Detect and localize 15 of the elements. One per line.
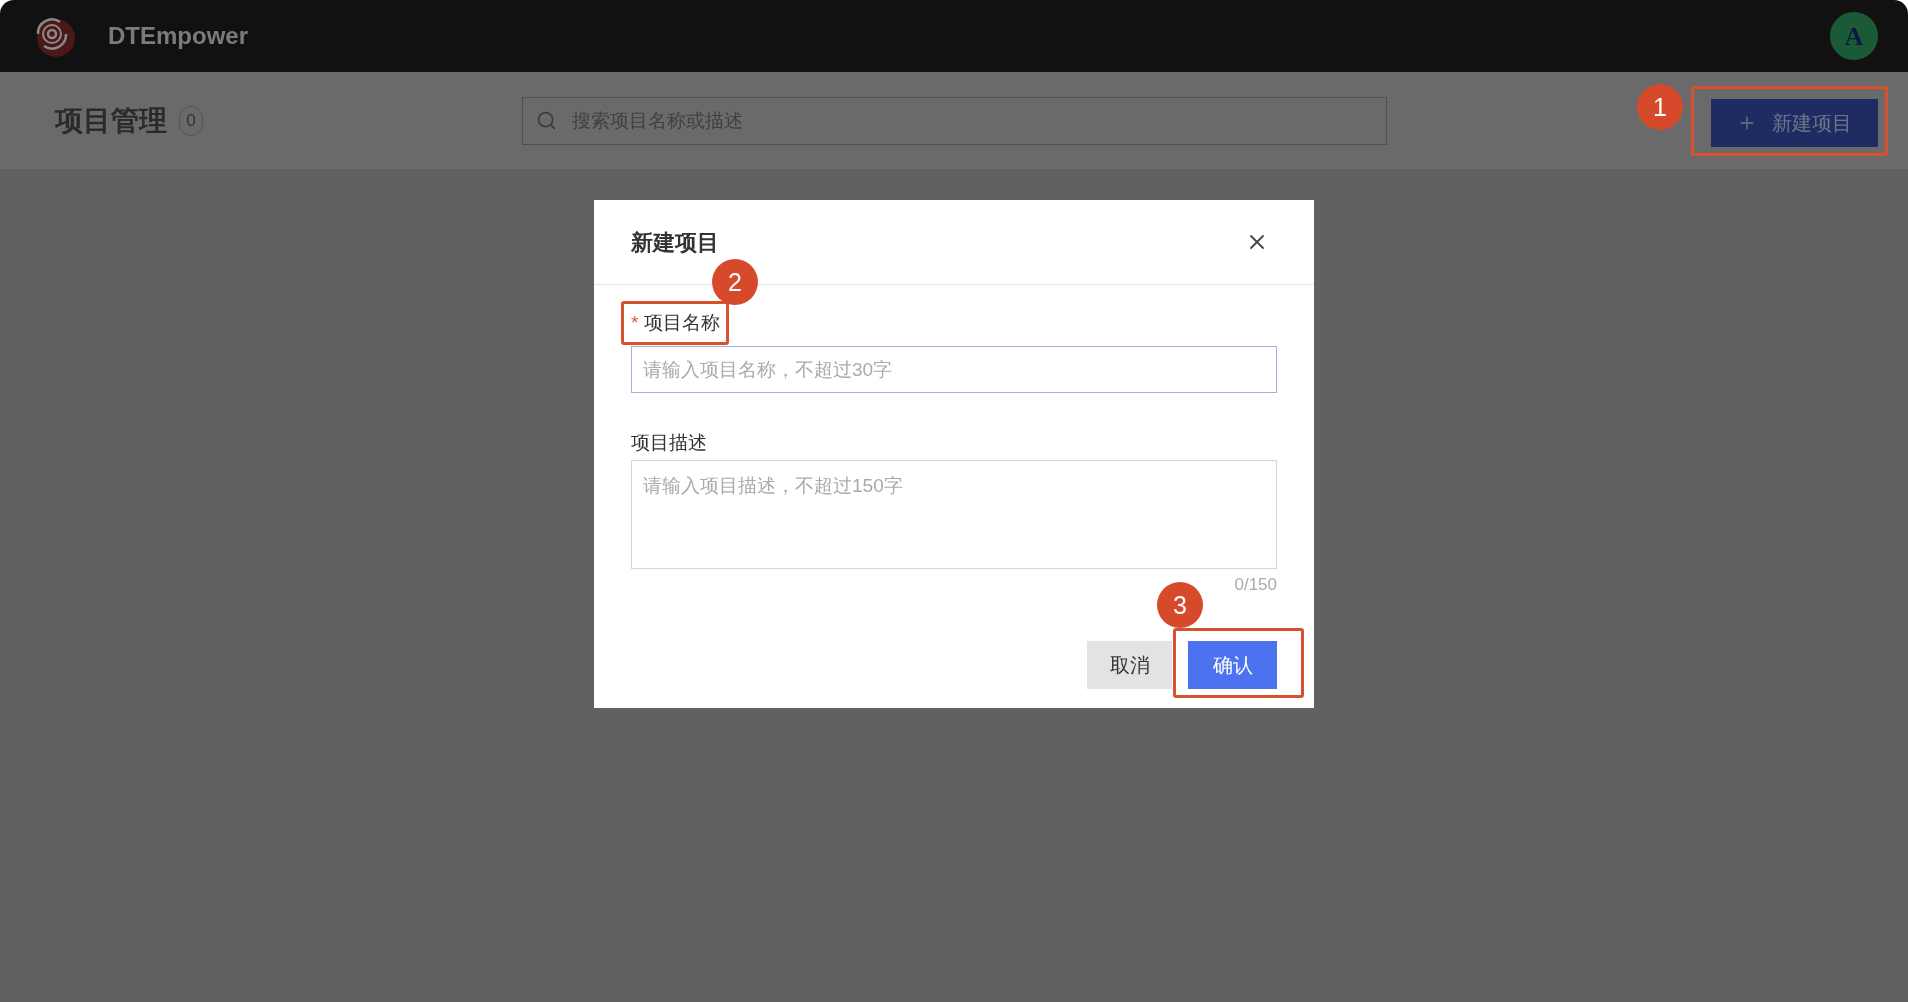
step-number: 1 [1637,84,1683,130]
step-number: 2 [712,259,758,305]
search-icon [536,110,557,131]
field-label: * 项目名称 [631,311,721,335]
field-label: 项目描述 [631,431,707,455]
step-number: 3 [1157,582,1203,628]
app-name: DTEmpower [108,21,248,51]
character-counter: 0/150 [1234,574,1277,596]
page-title: 项目管理 [55,104,167,138]
new-project-button[interactable]: 新建项目 [1711,99,1878,147]
confirm-button[interactable]: 确认 [1188,641,1277,689]
project-description-input[interactable]: 请输入项目描述，不超过150字 [631,460,1277,569]
dialog-title: 新建项目 [631,228,719,257]
cancel-button[interactable]: 取消 [1087,641,1172,689]
project-name-input[interactable]: 请输入项目名称，不超过30字 [631,346,1277,393]
